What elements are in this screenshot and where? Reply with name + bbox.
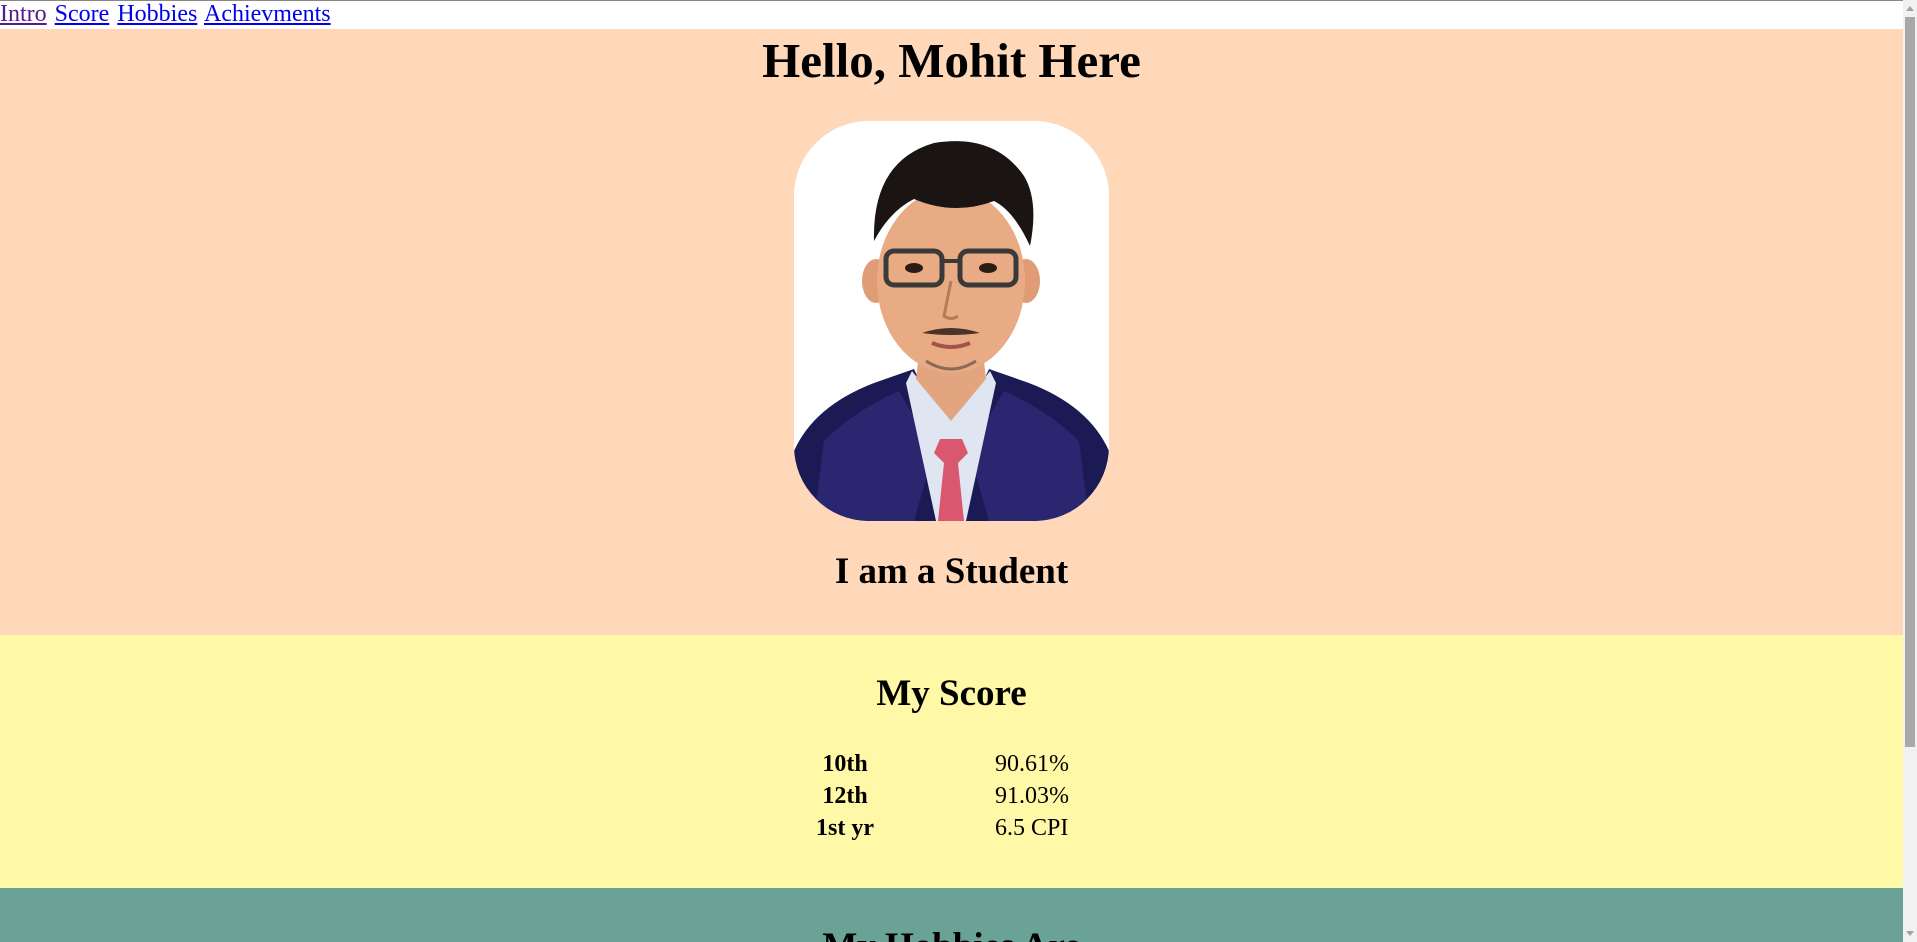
score-value: 6.5 CPI (995, 815, 1069, 841)
profile-photo (794, 121, 1109, 521)
hobbies-heading: My Hobbies Are (0, 925, 1903, 942)
score-label: 10th (822, 751, 868, 777)
score-label: 12th (822, 783, 868, 809)
table-row: 1st yr 6.5 CPI (800, 812, 1069, 844)
score-table: 10th 90.61% 12th 91.03% 1st yr 6.5 CPI (800, 748, 1069, 844)
nav-link-score[interactable]: Score (55, 1, 110, 27)
top-nav: Intro Score Hobbies Achievments (0, 0, 1903, 29)
profile-photo-image (794, 121, 1109, 521)
table-row: 10th 90.61% (800, 748, 1069, 780)
table-row: 12th 91.03% (800, 780, 1069, 812)
score-value: 91.03% (995, 783, 1069, 809)
intro-section: Hello, Mohit Here I am a Student (0, 29, 1903, 635)
nav-link-intro[interactable]: Intro (0, 1, 47, 27)
score-value: 90.61% (995, 751, 1069, 777)
intro-tagline: I am a Student (834, 551, 1069, 592)
nav-link-hobbies[interactable]: Hobbies (117, 1, 197, 27)
hobbies-section: My Hobbies Are (0, 888, 1903, 942)
intro-heading: Hello, Mohit Here (762, 33, 1141, 88)
score-label: 1st yr (816, 815, 874, 841)
page: Intro Score Hobbies Achievments Hello, M… (0, 0, 1917, 942)
page-content: Intro Score Hobbies Achievments Hello, M… (0, 0, 1903, 942)
vertical-scrollbar[interactable] (1903, 0, 1917, 942)
triangle-down-icon[interactable] (1903, 925, 1917, 942)
scrollbar-thumb[interactable] (1905, 17, 1915, 747)
nav-link-achievements[interactable]: Achievments (204, 1, 331, 27)
triangle-up-icon[interactable] (1903, 0, 1917, 17)
score-section: My Score 10th 90.61% 12th 91.03% 1st yr … (0, 635, 1903, 888)
score-heading: My Score (876, 673, 1027, 714)
